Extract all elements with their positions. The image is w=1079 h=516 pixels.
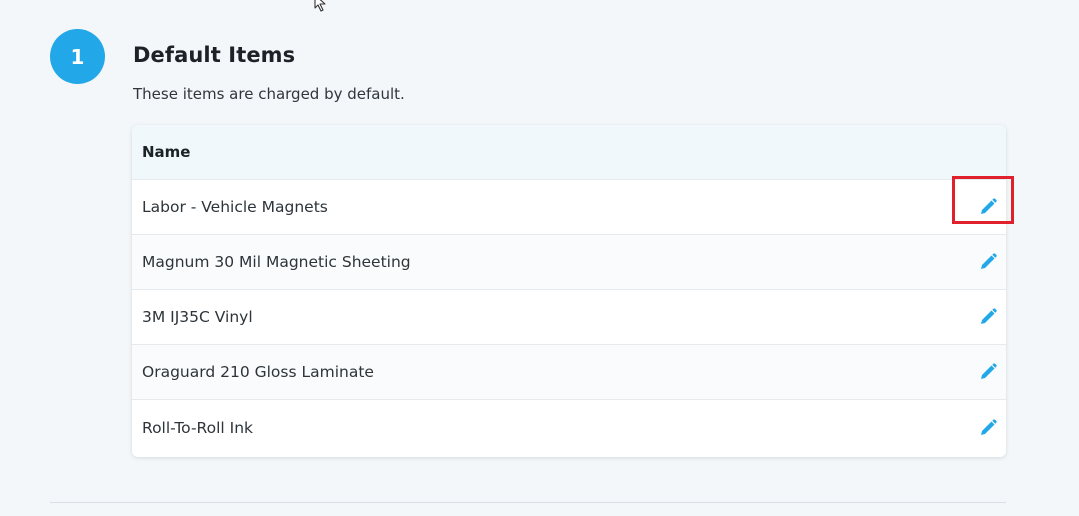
table-row: Roll-To-Roll Ink [132, 400, 1006, 455]
item-name: Oraguard 210 Gloss Laminate [142, 363, 374, 381]
table-row: 3M IJ35C Vinyl [132, 290, 1006, 345]
edit-button[interactable] [978, 197, 998, 217]
item-name: Roll-To-Roll Ink [142, 418, 254, 437]
table-row: Oraguard 210 Gloss Laminate [132, 345, 1006, 400]
mouse-pointer-icon [314, 0, 326, 12]
table-row: Labor - Vehicle Magnets [132, 180, 1006, 235]
default-items-table: Name Labor - Vehicle Magnets Magnum 30 M… [132, 125, 1006, 457]
page: 1 Default Items These items are charged … [0, 0, 1079, 516]
edit-button[interactable] [978, 252, 998, 272]
section-title: Default Items [133, 43, 296, 67]
edit-button[interactable] [978, 418, 998, 438]
pencil-icon [981, 363, 997, 379]
item-name: Magnum 30 Mil Magnetic Sheeting [142, 253, 411, 271]
edit-button[interactable] [978, 307, 998, 327]
section-description: These items are charged by default. [133, 85, 405, 103]
item-name: 3M IJ35C Vinyl [142, 308, 253, 326]
section-divider [50, 502, 1006, 503]
pencil-icon [981, 418, 997, 435]
step-number-badge: 1 [50, 29, 105, 84]
pencil-icon [981, 308, 997, 324]
edit-button[interactable] [978, 362, 998, 382]
table-header: Name [132, 125, 1006, 180]
table-row: Magnum 30 Mil Magnetic Sheeting [132, 235, 1006, 290]
pencil-icon [981, 253, 997, 269]
item-name: Labor - Vehicle Magnets [142, 198, 328, 216]
column-header-name[interactable]: Name [142, 143, 190, 161]
pencil-icon [981, 198, 997, 214]
